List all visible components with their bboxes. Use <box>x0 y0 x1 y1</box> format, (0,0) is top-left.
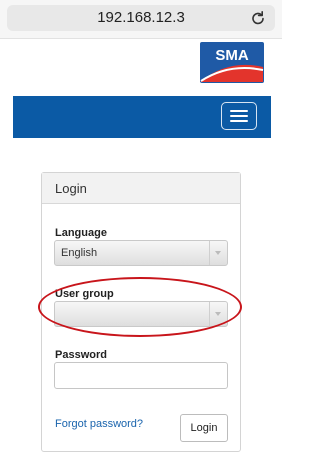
language-value: English <box>61 247 98 259</box>
forgot-password-link[interactable]: Forgot password? <box>55 418 143 430</box>
reload-icon[interactable] <box>250 10 266 26</box>
language-label: Language <box>55 227 107 239</box>
red-annotation-ellipse <box>38 277 242 337</box>
address-bar[interactable]: 192.168.12.3 <box>7 5 275 31</box>
login-panel-header: Login <box>42 173 240 204</box>
language-select[interactable]: English <box>54 240 228 266</box>
password-field[interactable] <box>54 362 228 389</box>
url-text: 192.168.12.3 <box>97 9 185 26</box>
sma-logo: SMA <box>199 41 265 84</box>
chevron-down-icon <box>209 241 227 265</box>
login-button[interactable]: Login <box>180 414 228 442</box>
top-navbar <box>13 96 271 138</box>
login-title: Login <box>55 181 87 196</box>
svg-text:SMA: SMA <box>215 47 249 64</box>
hamburger-menu-icon[interactable] <box>221 102 257 130</box>
password-label: Password <box>55 349 107 361</box>
browser-toolbar: 192.168.12.3 <box>0 0 282 39</box>
